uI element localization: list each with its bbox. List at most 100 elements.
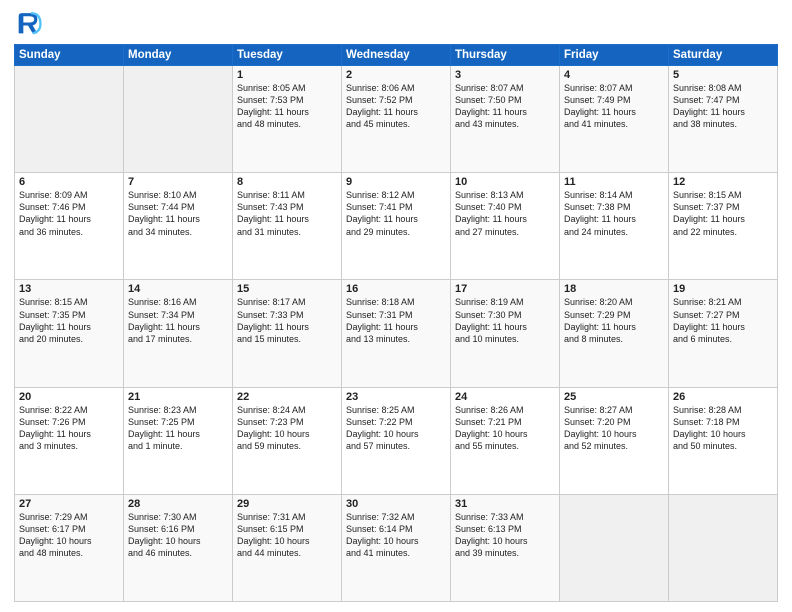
day-number: 19 (673, 283, 773, 295)
day-number: 7 (128, 176, 228, 188)
day-cell: 27Sunrise: 7:29 AM Sunset: 6:17 PM Dayli… (15, 494, 124, 601)
day-number: 28 (128, 498, 228, 510)
day-cell: 17Sunrise: 8:19 AM Sunset: 7:30 PM Dayli… (451, 280, 560, 387)
day-cell: 31Sunrise: 7:33 AM Sunset: 6:13 PM Dayli… (451, 494, 560, 601)
page: SundayMondayTuesdayWednesdayThursdayFrid… (0, 0, 792, 612)
calendar-body: 1Sunrise: 8:05 AM Sunset: 7:53 PM Daylig… (15, 66, 778, 602)
day-cell (669, 494, 778, 601)
header-cell-wednesday: Wednesday (342, 45, 451, 66)
day-cell: 26Sunrise: 8:28 AM Sunset: 7:18 PM Dayli… (669, 387, 778, 494)
day-number: 17 (455, 283, 555, 295)
day-number: 15 (237, 283, 337, 295)
day-number: 8 (237, 176, 337, 188)
logo (14, 10, 46, 38)
day-cell: 29Sunrise: 7:31 AM Sunset: 6:15 PM Dayli… (233, 494, 342, 601)
day-details: Sunrise: 7:30 AM Sunset: 6:16 PM Dayligh… (128, 511, 228, 560)
day-details: Sunrise: 8:27 AM Sunset: 7:20 PM Dayligh… (564, 404, 664, 453)
day-details: Sunrise: 8:08 AM Sunset: 7:47 PM Dayligh… (673, 82, 773, 131)
calendar-header: SundayMondayTuesdayWednesdayThursdayFrid… (15, 45, 778, 66)
day-cell: 2Sunrise: 8:06 AM Sunset: 7:52 PM Daylig… (342, 66, 451, 173)
day-details: Sunrise: 8:21 AM Sunset: 7:27 PM Dayligh… (673, 296, 773, 345)
day-details: Sunrise: 7:32 AM Sunset: 6:14 PM Dayligh… (346, 511, 446, 560)
day-details: Sunrise: 8:14 AM Sunset: 7:38 PM Dayligh… (564, 189, 664, 238)
day-number: 27 (19, 498, 119, 510)
day-number: 5 (673, 69, 773, 81)
day-cell: 16Sunrise: 8:18 AM Sunset: 7:31 PM Dayli… (342, 280, 451, 387)
day-cell: 3Sunrise: 8:07 AM Sunset: 7:50 PM Daylig… (451, 66, 560, 173)
day-number: 14 (128, 283, 228, 295)
day-number: 12 (673, 176, 773, 188)
day-cell: 7Sunrise: 8:10 AM Sunset: 7:44 PM Daylig… (124, 173, 233, 280)
day-cell: 25Sunrise: 8:27 AM Sunset: 7:20 PM Dayli… (560, 387, 669, 494)
day-details: Sunrise: 8:12 AM Sunset: 7:41 PM Dayligh… (346, 189, 446, 238)
day-number: 2 (346, 69, 446, 81)
day-number: 22 (237, 391, 337, 403)
day-cell: 18Sunrise: 8:20 AM Sunset: 7:29 PM Dayli… (560, 280, 669, 387)
day-cell: 24Sunrise: 8:26 AM Sunset: 7:21 PM Dayli… (451, 387, 560, 494)
week-row-5: 27Sunrise: 7:29 AM Sunset: 6:17 PM Dayli… (15, 494, 778, 601)
logo-icon (14, 10, 42, 38)
day-details: Sunrise: 8:15 AM Sunset: 7:35 PM Dayligh… (19, 296, 119, 345)
day-details: Sunrise: 7:31 AM Sunset: 6:15 PM Dayligh… (237, 511, 337, 560)
day-details: Sunrise: 8:10 AM Sunset: 7:44 PM Dayligh… (128, 189, 228, 238)
day-number: 30 (346, 498, 446, 510)
day-details: Sunrise: 8:17 AM Sunset: 7:33 PM Dayligh… (237, 296, 337, 345)
day-cell: 21Sunrise: 8:23 AM Sunset: 7:25 PM Dayli… (124, 387, 233, 494)
day-cell: 9Sunrise: 8:12 AM Sunset: 7:41 PM Daylig… (342, 173, 451, 280)
week-row-4: 20Sunrise: 8:22 AM Sunset: 7:26 PM Dayli… (15, 387, 778, 494)
day-details: Sunrise: 8:06 AM Sunset: 7:52 PM Dayligh… (346, 82, 446, 131)
day-details: Sunrise: 8:20 AM Sunset: 7:29 PM Dayligh… (564, 296, 664, 345)
day-cell: 20Sunrise: 8:22 AM Sunset: 7:26 PM Dayli… (15, 387, 124, 494)
day-details: Sunrise: 8:24 AM Sunset: 7:23 PM Dayligh… (237, 404, 337, 453)
day-details: Sunrise: 8:18 AM Sunset: 7:31 PM Dayligh… (346, 296, 446, 345)
day-details: Sunrise: 8:26 AM Sunset: 7:21 PM Dayligh… (455, 404, 555, 453)
day-number: 21 (128, 391, 228, 403)
day-number: 6 (19, 176, 119, 188)
day-cell: 11Sunrise: 8:14 AM Sunset: 7:38 PM Dayli… (560, 173, 669, 280)
day-cell (124, 66, 233, 173)
day-number: 1 (237, 69, 337, 81)
week-row-1: 1Sunrise: 8:05 AM Sunset: 7:53 PM Daylig… (15, 66, 778, 173)
day-cell: 30Sunrise: 7:32 AM Sunset: 6:14 PM Dayli… (342, 494, 451, 601)
day-cell: 28Sunrise: 7:30 AM Sunset: 6:16 PM Dayli… (124, 494, 233, 601)
day-details: Sunrise: 8:19 AM Sunset: 7:30 PM Dayligh… (455, 296, 555, 345)
day-cell: 13Sunrise: 8:15 AM Sunset: 7:35 PM Dayli… (15, 280, 124, 387)
day-number: 24 (455, 391, 555, 403)
day-details: Sunrise: 8:13 AM Sunset: 7:40 PM Dayligh… (455, 189, 555, 238)
day-number: 23 (346, 391, 446, 403)
day-number: 20 (19, 391, 119, 403)
day-number: 10 (455, 176, 555, 188)
day-number: 16 (346, 283, 446, 295)
day-number: 11 (564, 176, 664, 188)
day-number: 4 (564, 69, 664, 81)
day-cell: 22Sunrise: 8:24 AM Sunset: 7:23 PM Dayli… (233, 387, 342, 494)
day-cell: 15Sunrise: 8:17 AM Sunset: 7:33 PM Dayli… (233, 280, 342, 387)
day-details: Sunrise: 8:11 AM Sunset: 7:43 PM Dayligh… (237, 189, 337, 238)
week-row-3: 13Sunrise: 8:15 AM Sunset: 7:35 PM Dayli… (15, 280, 778, 387)
week-row-2: 6Sunrise: 8:09 AM Sunset: 7:46 PM Daylig… (15, 173, 778, 280)
day-details: Sunrise: 8:15 AM Sunset: 7:37 PM Dayligh… (673, 189, 773, 238)
day-details: Sunrise: 8:16 AM Sunset: 7:34 PM Dayligh… (128, 296, 228, 345)
header (14, 10, 778, 38)
day-details: Sunrise: 8:05 AM Sunset: 7:53 PM Dayligh… (237, 82, 337, 131)
day-number: 29 (237, 498, 337, 510)
day-number: 13 (19, 283, 119, 295)
day-cell: 5Sunrise: 8:08 AM Sunset: 7:47 PM Daylig… (669, 66, 778, 173)
header-cell-saturday: Saturday (669, 45, 778, 66)
header-cell-sunday: Sunday (15, 45, 124, 66)
day-cell: 19Sunrise: 8:21 AM Sunset: 7:27 PM Dayli… (669, 280, 778, 387)
day-cell: 6Sunrise: 8:09 AM Sunset: 7:46 PM Daylig… (15, 173, 124, 280)
day-number: 9 (346, 176, 446, 188)
day-details: Sunrise: 7:33 AM Sunset: 6:13 PM Dayligh… (455, 511, 555, 560)
day-number: 26 (673, 391, 773, 403)
day-number: 18 (564, 283, 664, 295)
day-cell (560, 494, 669, 601)
day-cell: 1Sunrise: 8:05 AM Sunset: 7:53 PM Daylig… (233, 66, 342, 173)
header-cell-monday: Monday (124, 45, 233, 66)
calendar-table: SundayMondayTuesdayWednesdayThursdayFrid… (14, 44, 778, 602)
day-details: Sunrise: 8:07 AM Sunset: 7:49 PM Dayligh… (564, 82, 664, 131)
day-details: Sunrise: 8:28 AM Sunset: 7:18 PM Dayligh… (673, 404, 773, 453)
header-cell-friday: Friday (560, 45, 669, 66)
day-cell: 14Sunrise: 8:16 AM Sunset: 7:34 PM Dayli… (124, 280, 233, 387)
day-details: Sunrise: 8:25 AM Sunset: 7:22 PM Dayligh… (346, 404, 446, 453)
